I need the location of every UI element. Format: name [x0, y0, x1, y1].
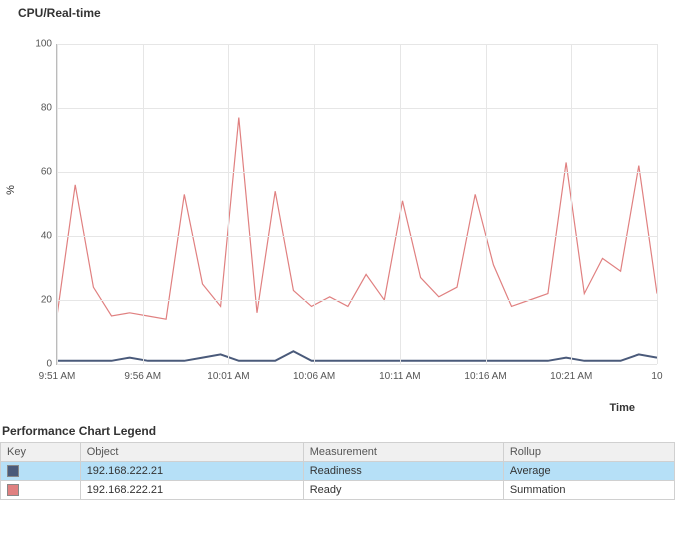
- y-tick: 20: [27, 295, 52, 306]
- x-tick: 10:11 AM: [379, 371, 421, 382]
- x-tick: 10:01 AM: [207, 371, 249, 382]
- y-tick: 40: [27, 231, 52, 242]
- x-tick: 10:21 AM: [550, 371, 592, 382]
- y-axis-label: %: [5, 185, 17, 195]
- chart-title: CPU/Real-time: [0, 0, 675, 24]
- col-object: Object: [80, 443, 303, 462]
- legend-table: Key Object Measurement Rollup 192.168.22…: [0, 442, 675, 500]
- col-measure: Measurement: [303, 443, 503, 462]
- x-tick: 10: [651, 371, 662, 382]
- x-tick: 10:16 AM: [464, 371, 506, 382]
- legend-row[interactable]: 192.168.222.21ReadinessAverage: [1, 462, 675, 481]
- legend-measurement: Readiness: [303, 462, 503, 481]
- y-tick: 0: [27, 359, 52, 370]
- y-tick: 80: [27, 103, 52, 114]
- x-tick: 10:06 AM: [293, 371, 335, 382]
- legend-measurement: Ready: [303, 481, 503, 500]
- y-tick: 100: [27, 39, 52, 50]
- col-rollup: Rollup: [503, 443, 674, 462]
- x-tick: 9:56 AM: [124, 371, 161, 382]
- x-tick: 9:51 AM: [39, 371, 76, 382]
- series-readiness: [57, 351, 657, 361]
- legend-object: 192.168.222.21: [80, 462, 303, 481]
- legend-title: Performance Chart Legend: [0, 394, 675, 442]
- legend-object: 192.168.222.21: [80, 481, 303, 500]
- series-ready: [57, 118, 657, 320]
- legend-row[interactable]: 192.168.222.21ReadySummation: [1, 481, 675, 500]
- cpu-chart: % 0 20 40 60 80 100 9:51 AM 9:56 AM 10:01 AM 10:0…: [0, 24, 675, 394]
- legend-rollup: Summation: [503, 481, 674, 500]
- legend-rollup: Average: [503, 462, 674, 481]
- col-key: Key: [1, 443, 81, 462]
- legend-swatch: [7, 484, 19, 496]
- y-tick: 60: [27, 167, 52, 178]
- x-axis-label: Time: [610, 402, 635, 414]
- legend-swatch: [7, 465, 19, 477]
